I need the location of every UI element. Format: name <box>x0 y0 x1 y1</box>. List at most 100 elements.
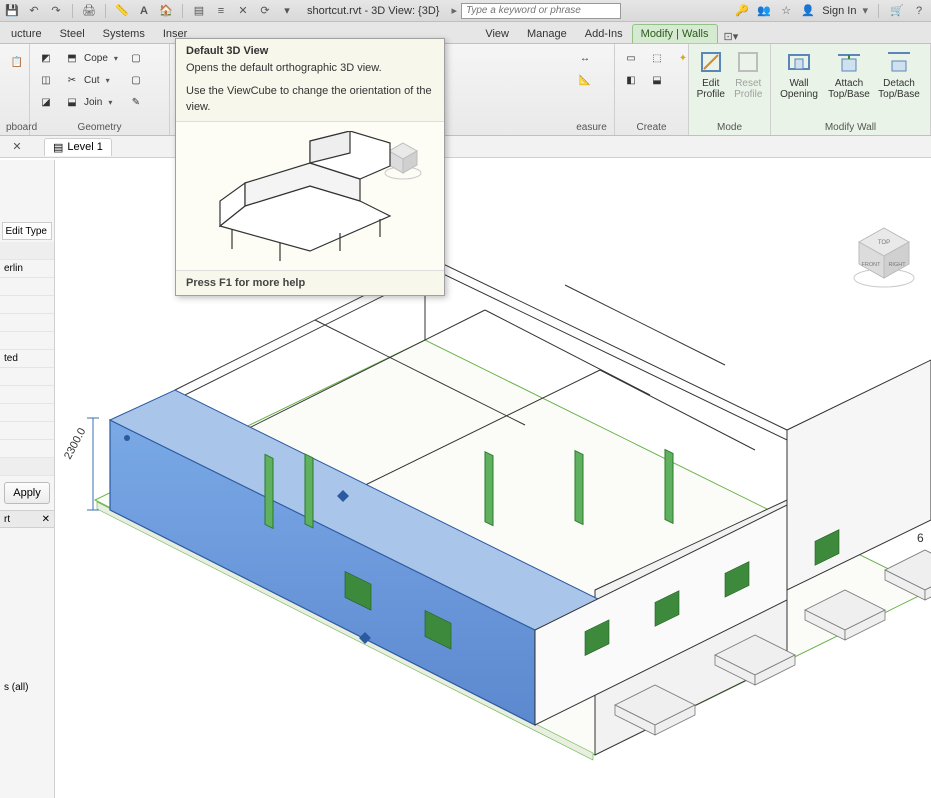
undo-icon[interactable]: ↶ <box>26 3 42 19</box>
chevron-down-icon[interactable]: ▾ <box>114 54 118 63</box>
paste-button[interactable]: 📋 <box>6 48 28 76</box>
prop-row[interactable] <box>0 368 54 386</box>
panel-mode: Edit Profile Reset Profile Mode <box>689 44 771 135</box>
text-icon[interactable]: A <box>136 3 152 19</box>
item-all[interactable]: s (all) <box>0 678 54 696</box>
prop-row[interactable] <box>0 440 54 458</box>
attach-label: Attach Top/Base <box>827 78 871 100</box>
create-btn4[interactable]: ⬓ <box>647 70 667 90</box>
tab-steel[interactable]: Steel <box>51 24 94 43</box>
match-button[interactable]: ◫ <box>36 70 56 90</box>
star-icon[interactable]: ☆ <box>778 3 794 19</box>
user-icon[interactable]: 👤 <box>800 3 816 19</box>
measure-icon[interactable]: 📏 <box>114 3 130 19</box>
prop-row[interactable] <box>0 278 54 296</box>
tooltip-image <box>176 121 444 271</box>
tab-modify-walls[interactable]: Modify | Walls <box>632 24 718 43</box>
create-btn3[interactable]: ⬚ <box>647 48 667 68</box>
notch-button[interactable]: ◩ <box>36 48 56 68</box>
geom-extra3[interactable]: ✎ <box>126 92 146 112</box>
prop-row[interactable] <box>0 422 54 440</box>
chevron-down-icon[interactable]: ▾ <box>862 4 868 17</box>
measure-button[interactable]: 📐 <box>575 70 595 90</box>
tab-addins[interactable]: Add-Ins <box>576 24 632 43</box>
switch-windows-icon[interactable]: ▾ <box>279 3 295 19</box>
create-btn2[interactable]: ◧ <box>621 70 641 90</box>
sync-icon[interactable]: ⟳ <box>257 3 273 19</box>
square-icon: ▢ <box>128 50 144 66</box>
geom-extra2[interactable]: ▢ <box>126 70 146 90</box>
prop-row[interactable] <box>0 314 54 332</box>
redo-icon[interactable]: ↷ <box>48 3 64 19</box>
panel-measure: ↔ 📐 easure <box>569 44 615 135</box>
tab-view[interactable]: View <box>476 24 518 43</box>
help-icon[interactable]: ? <box>911 3 927 19</box>
close-icon[interactable]: ✕ <box>10 140 24 154</box>
svg-text:RIGHT: RIGHT <box>888 262 906 268</box>
reset-profile-label: Reset Profile <box>733 78 765 100</box>
tab-systems[interactable]: Systems <box>94 24 154 43</box>
close-icon[interactable]: ✕ <box>42 514 50 525</box>
search-box[interactable] <box>461 3 621 19</box>
save-icon[interactable]: 💾 <box>4 3 20 19</box>
close-hidden-icon[interactable]: ✕ <box>235 3 251 19</box>
detach-topbase-button[interactable]: Detach Top/Base <box>877 48 921 100</box>
cart-icon[interactable]: 🛒 <box>889 3 905 19</box>
join-button[interactable]: ⬓Join▾ <box>62 92 120 112</box>
cut-button[interactable]: ✂ Cut ▾ <box>62 70 120 90</box>
dimension-text[interactable]: 2300.0 <box>62 426 88 461</box>
prop-row[interactable]: ted <box>0 350 54 368</box>
prop-row[interactable] <box>0 332 54 350</box>
cut-icon: ✂ <box>64 72 80 88</box>
panel-options-icon[interactable]: ⊡▾ <box>724 30 739 43</box>
group-header[interactable] <box>0 458 54 476</box>
cope-button[interactable]: ⬒Cope▾ <box>62 48 120 68</box>
edit-type-button[interactable]: Edit Type <box>2 222 52 240</box>
signin-link[interactable]: Sign In <box>822 5 856 17</box>
prop-row[interactable]: erlin <box>0 260 54 278</box>
section-icon[interactable]: ▤ <box>191 3 207 19</box>
paint-icon: ◪ <box>38 94 54 110</box>
tab-manage[interactable]: Manage <box>518 24 576 43</box>
reset-profile-button: Reset Profile <box>733 48 765 100</box>
separator <box>182 4 183 18</box>
cut-label: Cut <box>84 75 100 86</box>
panel-label: Create <box>621 120 682 133</box>
panel-label: Modify Wall <box>777 120 924 133</box>
ribbon-extras: ⊡▾ <box>724 30 739 43</box>
box-icon: ▭ <box>623 50 639 66</box>
panel-clipboard: 📋 pboard <box>0 44 30 135</box>
match-icon: ◫ <box>38 72 54 88</box>
align-dim-button[interactable]: ↔ <box>575 48 595 68</box>
square-icon: ▢ <box>128 72 144 88</box>
separator <box>878 4 879 18</box>
chevron-down-icon[interactable]: ▾ <box>106 76 110 85</box>
doc-tab-label: Level 1 <box>67 141 102 153</box>
group-header[interactable] <box>0 242 54 260</box>
edit-profile-label: Edit Profile <box>695 78 727 100</box>
prop-row[interactable] <box>0 386 54 404</box>
create-btn1[interactable]: ▭ <box>621 48 641 68</box>
assembly-icon: ⬓ <box>649 72 665 88</box>
prop-row[interactable] <box>0 296 54 314</box>
apply-button[interactable]: Apply <box>4 482 50 504</box>
edit-profile-button[interactable]: Edit Profile <box>695 48 727 100</box>
people-icon[interactable]: 👥 <box>756 3 772 19</box>
viewcube[interactable]: TOP FRONT RIGHT <box>849 220 919 290</box>
home3d-icon[interactable]: 🏠 <box>158 3 174 19</box>
search-input[interactable] <box>461 3 621 19</box>
chevron-down-icon[interactable]: ▾ <box>108 98 112 107</box>
prop-row[interactable] <box>0 404 54 422</box>
reset-profile-icon <box>734 48 762 76</box>
paste-icon: 📋 <box>3 48 31 76</box>
wall-opening-button[interactable]: Wall Opening <box>777 48 821 100</box>
tab-structure[interactable]: ucture <box>2 24 51 43</box>
keys-icon[interactable]: 🔑 <box>734 3 750 19</box>
paint-button[interactable]: ◪ <box>36 92 56 112</box>
attach-topbase-button[interactable]: Attach Top/Base <box>827 48 871 100</box>
geom-extra1[interactable]: ▢ <box>126 48 146 68</box>
doc-tab-level1[interactable]: ▤ Level 1 <box>44 138 112 156</box>
title-bar: 💾 ↶ ↷ 🖨 📏 A 🏠 ▤ ≡ ✕ ⟳ ▾ shortcut.rvt - 3… <box>0 0 931 22</box>
thin-lines-icon[interactable]: ≡ <box>213 3 229 19</box>
print-icon[interactable]: 🖨 <box>81 3 97 19</box>
